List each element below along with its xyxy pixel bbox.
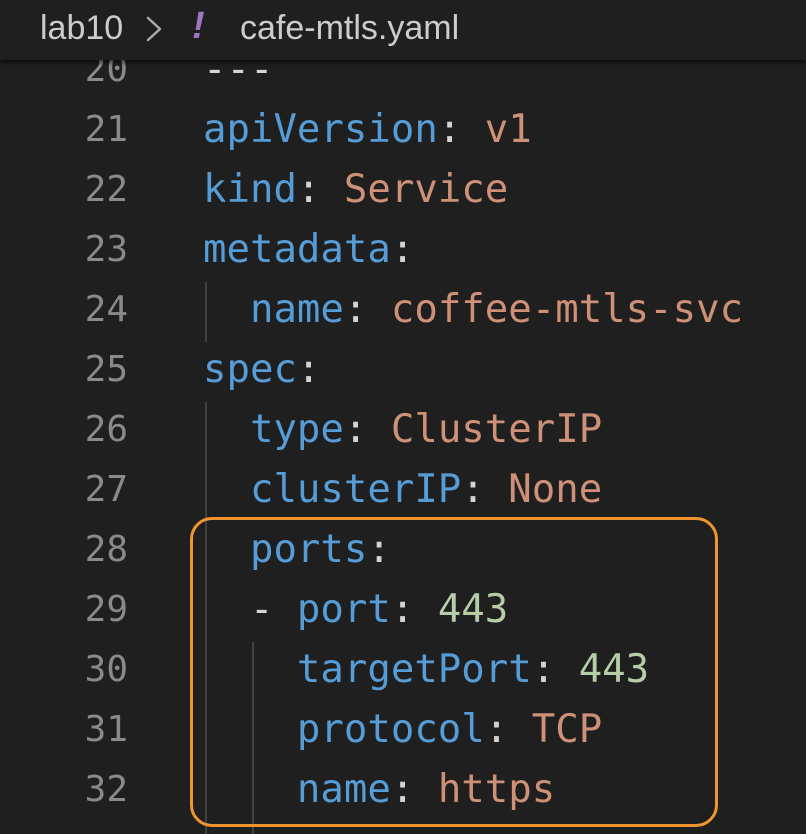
code-text: protocol: TCP [203,700,602,760]
code-line[interactable]: 32 name: https [0,760,806,820]
code-line[interactable]: 23 metadata: [0,220,806,280]
line-number: 29 [84,589,128,630]
token-string: https [437,767,556,812]
line-number: 26 [84,409,128,450]
code-line[interactable]: 20 --- [0,60,806,100]
token-key: spec [203,347,297,392]
code-text: metadata: [203,220,414,280]
code-text: --- [203,60,273,100]
token-punctuation: : [296,347,321,392]
line-number: 28 [84,529,128,570]
token-string: ClusterIP [390,407,603,452]
token-key: targetPort [296,647,532,692]
line-number: 31 [84,709,128,750]
code-line[interactable]: 26 type: ClusterIP [0,400,806,460]
token-string: None [508,467,603,512]
line-number: 32 [84,769,128,810]
token-punctuation [203,707,297,752]
token-key: name [296,767,391,812]
yaml-file-icon: ! [192,5,205,47]
token-key: name [249,287,344,332]
breadcrumb-folder[interactable]: lab10 [40,9,123,48]
token-key: port [296,587,391,632]
token-punctuation: : [484,707,532,752]
token-punctuation [203,527,250,572]
token-punctuation [203,767,297,812]
token-punctuation: : [390,227,415,272]
token-punctuation: : [390,587,438,632]
token-key: protocol [296,707,485,752]
code-text: - port: 443 [203,580,508,640]
token-punctuation: : [437,107,485,152]
token-string: v1 [484,107,532,152]
code-text: type: ClusterIP [203,400,602,460]
code-text: kind: Service [203,160,508,220]
line-number: 22 [84,169,128,210]
token-punctuation [203,287,250,332]
chevron-right-icon [146,16,162,42]
token-punctuation: - [203,587,297,632]
code-text: targetPort: 443 [203,640,649,700]
code-text: clusterIP: None [203,460,602,520]
code-text: spec: [203,340,320,400]
line-number: 25 [84,349,128,390]
token-punctuation: --- [203,60,274,92]
token-string: coffee-mtls-svc [390,287,744,332]
breadcrumb-file[interactable]: cafe-mtls.yaml [240,9,459,48]
token-punctuation [203,467,250,512]
code-line[interactable]: 22 kind: Service [0,160,806,220]
code-line[interactable]: 25 spec: [0,340,806,400]
code-line[interactable]: 27 clusterIP: None [0,460,806,520]
token-string: TCP [531,707,603,752]
token-punctuation: : [296,167,344,212]
line-number: 30 [84,649,128,690]
code-line[interactable]: 24 name: coffee-mtls-svc [0,280,806,340]
line-number: 20 [84,60,128,90]
token-key: kind [203,167,297,212]
token-punctuation: : [343,407,391,452]
breadcrumb: lab10 ! cafe-mtls.yaml [0,0,806,60]
token-string: Service [343,167,509,212]
token-punctuation: : [461,467,509,512]
code-text: ports: [203,520,391,580]
token-key: clusterIP [249,467,462,512]
line-number: 21 [84,109,128,150]
line-number: 24 [84,289,128,330]
line-number: 27 [84,469,128,510]
token-key: type [249,407,344,452]
token-number: 443 [437,587,509,632]
token-key: metadata [203,227,391,272]
code-text: name: coffee-mtls-svc [203,280,743,340]
code-line[interactable]: 31 protocol: TCP [0,700,806,760]
line-number: 23 [84,229,128,270]
code-text: name: https [203,760,555,820]
code-line[interactable]: 30 targetPort: 443 [0,640,806,700]
code-editor[interactable]: 20 --- 21 apiVersion: v1 22 kind: Service 23 me… [0,60,806,834]
code-line[interactable]: 28 ports: [0,520,806,580]
token-punctuation: : [390,767,438,812]
token-punctuation [203,647,297,692]
token-punctuation: : [367,527,391,572]
code-line[interactable]: 29 - port: 443 [0,580,806,640]
code-text: apiVersion: v1 [203,100,532,160]
token-key: ports [249,527,368,572]
token-punctuation: : [343,287,391,332]
token-punctuation [203,407,250,452]
token-number: 443 [578,647,650,692]
token-punctuation: : [531,647,579,692]
token-key: apiVersion [203,107,438,152]
code-line[interactable]: 21 apiVersion: v1 [0,100,806,160]
